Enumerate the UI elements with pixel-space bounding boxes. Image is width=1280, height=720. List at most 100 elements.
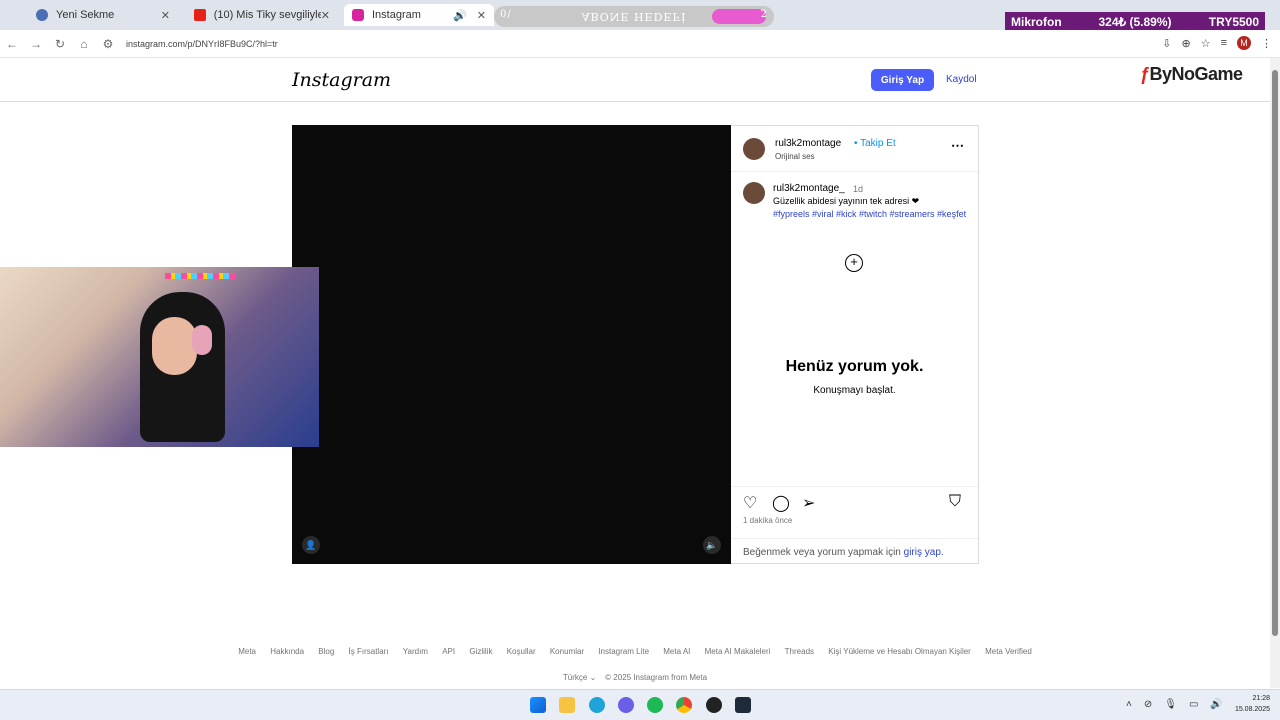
footer-link[interactable]: Kişi Yükleme ve Hesabı Olmayan Kişiler [828,647,971,656]
more-options-icon[interactable]: ⋯ [951,138,964,154]
headset-icon [192,325,212,355]
audio-label[interactable]: Orijinal ses [775,152,815,161]
microphone-icon[interactable]: 🎙 [1164,699,1177,710]
like-icon[interactable]: ♡ [743,493,757,513]
taskbar: ˄ ⊘ 🎙 ▭ 🔊 21:28 15.08.2025 [0,689,1280,720]
avatar[interactable] [743,138,765,160]
add-comment-icon[interactable]: + [845,254,863,272]
copyright: © 2025 Instagram from Meta [605,673,708,682]
caption-hashtags[interactable]: #fypreels #viral #kick #twitch #streamer… [773,208,973,221]
follow-link[interactable]: • Takip Et [854,138,896,149]
streamer-face [152,317,197,375]
footer-link[interactable]: Koşullar [507,647,536,656]
install-icon[interactable]: ⇩ [1162,37,1171,50]
instagram-header: Instagram Giriş Yap Kaydol ƒByNoGame [0,58,1270,102]
reload-icon[interactable]: ↻ [48,37,72,51]
app-icon[interactable] [735,697,751,713]
footer-link[interactable]: Meta [238,647,256,656]
tab-instagram[interactable]: Instagram 🔊 ✕ [344,4,494,26]
login-button[interactable]: Giriş Yap [871,69,934,91]
login-prompt: Beğenmek veya yorum yapmak için giriş ya… [731,538,978,564]
language-select[interactable]: Türkçe ⌄ [563,673,596,682]
footer-link[interactable]: Gizlilik [469,647,492,656]
zoom-icon[interactable]: ⊕ [1181,37,1190,50]
site-info-icon[interactable]: ⚙ [96,37,120,51]
footer-links: Meta Hakkında Blog İş Fırsatları Yardım … [0,647,1270,656]
comment-icon[interactable]: ◯ [772,493,790,513]
windows-start-icon[interactable] [530,697,546,713]
goal-text: ABONE HEDEFİ [581,10,687,23]
footer-link[interactable]: Threads [785,647,814,656]
footer-link[interactable]: Konumlar [550,647,584,656]
back-icon[interactable]: ← [0,37,24,51]
star-icon[interactable]: ☆ [1201,37,1211,50]
home-icon[interactable]: ⌂ [72,37,96,51]
sponsor-mark-icon: ƒ [1140,64,1150,84]
address-bar: ← → ↻ ⌂ ⚙ instagram.com/p/DNYrI8FBu9C/?h… [0,30,1280,58]
post-panel: rul3k2montage • Takip Et Orijinal ses ⋯ … [731,125,979,564]
post-video[interactable]: 👤 🔈 [292,125,731,564]
caption-text: Güzellik abidesi yayının tek adresi ❤ [773,196,920,206]
footer-link[interactable]: Meta AI Makaleleri [705,647,771,656]
close-icon[interactable]: ✕ [321,9,330,22]
tab-title: Yeni Sekme [56,9,115,21]
mute-icon[interactable]: 🔈 [703,536,721,554]
display-icon[interactable]: ▭ [1189,699,1198,710]
caption-username[interactable]: rul3k2montage_ [773,183,845,194]
instagram-logo[interactable]: Instagram [292,69,391,91]
bookmark-icon[interactable]: ⛉ [949,493,961,511]
close-icon[interactable]: ✕ [161,9,170,22]
footer-link[interactable]: İş Fırsatları [349,647,389,656]
speaker-icon[interactable]: 🔊 [453,9,467,22]
tab-title: Instagram [372,9,421,21]
chrome-icon[interactable] [676,697,692,713]
sponsor-name: ByNoGame [1149,64,1244,84]
browser-tab-bar: Yeni Sekme ✕ (10) Mis Tiky sevgiliyle gü… [0,0,1280,32]
mic-value: 324₺ (5.89%) [1098,15,1172,29]
clock-date: 15.08.2025 [1234,706,1270,713]
close-icon[interactable]: ✕ [477,9,486,22]
avatar[interactable] [743,182,765,204]
clock[interactable]: 21:28 15.08.2025 [1235,693,1270,715]
footer-link[interactable]: Meta Verified [985,647,1032,656]
webcam-overlay [0,267,319,447]
no-comments-subtitle: Konuşmayı başlat. [813,385,896,396]
share-icon[interactable]: ➢ [802,493,815,513]
volume-icon[interactable]: 🔊 [1210,699,1222,710]
signup-link[interactable]: Kaydol [946,74,977,85]
page-scrollbar[interactable] [1270,58,1280,688]
tab-new-tab[interactable]: Yeni Sekme ✕ [28,4,178,26]
tab-youtube[interactable]: (10) Mis Tiky sevgiliyle güzel bi ✕ [186,4,338,26]
edge-icon[interactable] [589,697,605,713]
no-comments-title: Henüz yorum yok. [785,358,924,375]
footer-link[interactable]: Blog [318,647,334,656]
post-username[interactable]: rul3k2montage [775,138,841,149]
footer-link[interactable]: Meta AI [663,647,690,656]
footer-link[interactable]: API [442,647,455,656]
caption: Güzellik abidesi yayının tek adresi ❤ #f… [773,195,973,221]
network-icon[interactable]: ⊘ [1144,699,1152,710]
footer-link[interactable]: Hakkında [270,647,304,656]
discord-icon[interactable] [618,697,634,713]
reading-list-icon[interactable]: ≡ [1221,37,1227,49]
forward-icon[interactable]: → [24,37,48,51]
footer-link[interactable]: Instagram Lite [598,647,649,656]
chevron-down-icon: ⌄ [589,673,597,682]
mic-label: Mikrofon [1011,15,1062,29]
file-explorer-icon[interactable] [559,697,575,713]
youtube-icon [194,9,206,21]
url-field[interactable]: instagram.com/p/DNYrI8FBu9C/?hl=tr [126,39,278,49]
menu-icon[interactable]: ⋮ [1261,37,1272,50]
scrollbar-thumb[interactable] [1272,70,1278,636]
language-label: Türkçe [562,673,588,682]
obs-icon[interactable] [706,697,722,713]
chevron-up-icon[interactable]: ˄ [1126,699,1132,710]
mic-target: TRY5500 [1208,15,1260,29]
profile-avatar[interactable]: M [1237,36,1251,50]
login-prompt-link[interactable]: giriş yap. [904,547,944,558]
footer-link[interactable]: Yardım [403,647,428,656]
clock-time: 21:28 [1252,695,1270,702]
spotify-icon[interactable] [647,697,663,713]
tagged-user-icon[interactable]: 👤 [302,536,320,554]
goal-left-label: 0/ [500,9,512,20]
